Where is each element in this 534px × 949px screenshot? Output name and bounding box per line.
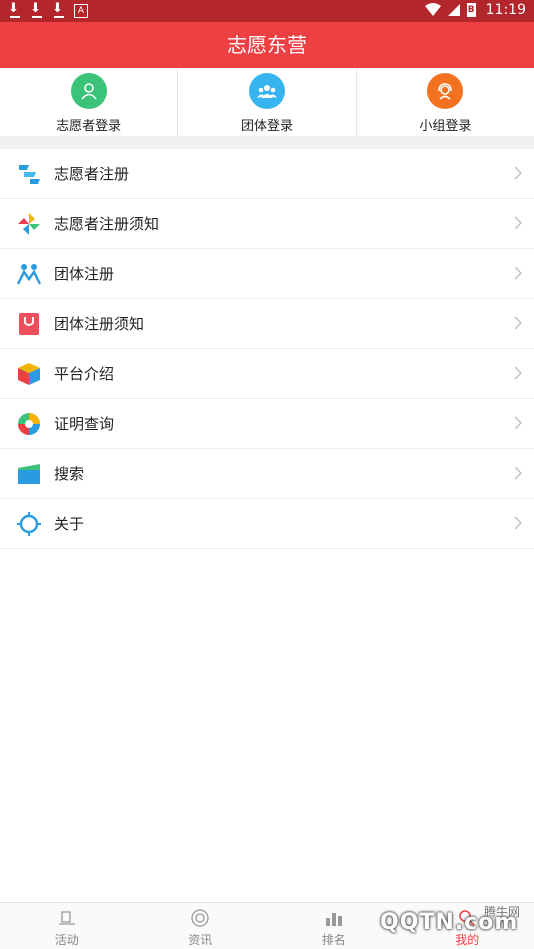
menu-item-label: 关于: [54, 513, 84, 534]
people-icon: [16, 261, 42, 287]
menu-item-group-register[interactable]: 团体注册: [0, 249, 534, 299]
gear-icon: [16, 511, 42, 537]
cube-icon: [16, 361, 42, 387]
hat-icon: [56, 908, 78, 928]
team-login-button[interactable]: 小组登录: [356, 68, 534, 136]
team-headset-icon: [427, 73, 463, 109]
app-notification-icon: A: [74, 4, 88, 18]
chevron-right-icon: [514, 365, 522, 381]
menu-item-volunteer-register[interactable]: 志愿者注册: [0, 149, 534, 199]
bag-icon: [16, 311, 42, 337]
pinwheel-icon: [16, 211, 42, 237]
menu-item-about[interactable]: 关于: [0, 499, 534, 549]
signal-icon: [447, 3, 461, 17]
battery-icon: B: [467, 3, 476, 17]
chevron-right-icon: [514, 265, 522, 281]
app-header: 志愿东营: [0, 22, 534, 68]
register-icon: [16, 161, 42, 187]
volunteer-login-button[interactable]: 志愿者登录: [0, 68, 177, 136]
chevron-right-icon: [514, 465, 522, 481]
menu-item-group-notice[interactable]: 团体注册须知: [0, 299, 534, 349]
volunteer-user-icon: [71, 73, 107, 109]
wifi-icon: [425, 3, 441, 17]
page-title: 志愿东营: [227, 33, 307, 57]
menu-item-label: 平台介绍: [54, 363, 114, 384]
status-notifications: A: [8, 3, 88, 19]
menu-item-search[interactable]: 搜索: [0, 449, 534, 499]
login-options: 志愿者登录 团体登录 小组登录: [0, 68, 534, 136]
menu-item-label: 志愿者注册: [54, 163, 129, 184]
chevron-right-icon: [514, 215, 522, 231]
menu-item-label: 证明查询: [54, 413, 114, 434]
section-divider: [0, 136, 534, 149]
chevron-right-icon: [514, 515, 522, 531]
login-label: 小组登录: [357, 115, 534, 134]
status-time: 11:19: [486, 2, 526, 18]
tab-activities[interactable]: 活动: [0, 903, 134, 949]
menu-item-platform-intro[interactable]: 平台介绍: [0, 349, 534, 399]
menu-item-label: 团体注册: [54, 263, 114, 284]
group-users-icon: [249, 73, 285, 109]
menu-item-label: 团体注册须知: [54, 313, 144, 334]
status-system: B 11:19: [425, 2, 526, 18]
download-icon: [8, 3, 22, 19]
menu-item-label: 志愿者注册须知: [54, 213, 159, 234]
menu-item-label: 搜索: [54, 463, 84, 484]
watermark-site: 腾牛网: [484, 903, 520, 920]
menu-item-volunteer-notice[interactable]: 志愿者注册须知: [0, 199, 534, 249]
target-icon: [189, 908, 211, 928]
chevron-right-icon: [514, 415, 522, 431]
tab-news[interactable]: 资讯: [134, 903, 268, 949]
login-label: 志愿者登录: [0, 115, 177, 134]
aperture-icon: [16, 411, 42, 437]
menu-item-certificate-query[interactable]: 证明查询: [0, 399, 534, 449]
download-icon: [30, 3, 44, 19]
tab-label: 资讯: [134, 931, 268, 948]
chevron-right-icon: [514, 165, 522, 181]
card-icon: [16, 461, 42, 487]
status-bar: A B 11:19: [0, 0, 534, 22]
download-icon: [52, 3, 66, 19]
tab-label: 活动: [0, 931, 134, 948]
group-login-button[interactable]: 团体登录: [177, 68, 355, 136]
chevron-right-icon: [514, 315, 522, 331]
login-label: 团体登录: [178, 115, 355, 134]
menu-list: 志愿者注册 志愿者注册须知 团体注册 团体注册须知: [0, 149, 534, 549]
